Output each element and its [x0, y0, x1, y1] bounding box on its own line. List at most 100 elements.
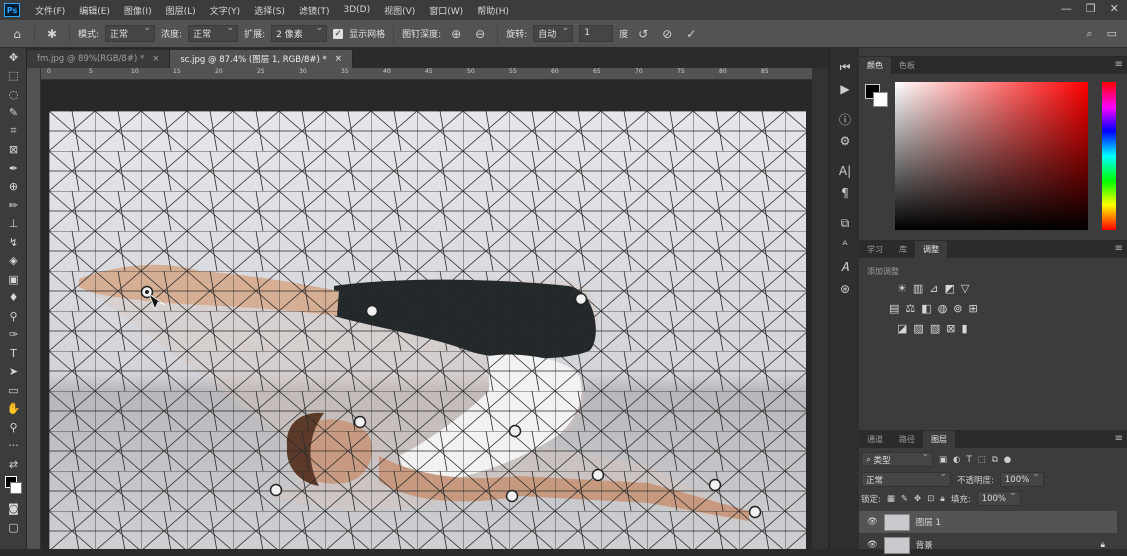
- panel-menu-icon[interactable]: ≡: [1115, 243, 1123, 254]
- warp-pin[interactable]: [353, 415, 367, 429]
- tab-sc-jpg[interactable]: sc.jpg @ 87.4% (图层 1, RGB/8#) * ×: [170, 50, 353, 68]
- lasso-tool-icon[interactable]: ◌: [0, 85, 27, 104]
- exposure-icon[interactable]: ◩: [945, 282, 955, 295]
- tab-libraries[interactable]: 库: [891, 241, 915, 258]
- dodge-tool-icon[interactable]: ⚲: [0, 307, 27, 326]
- info-icon[interactable]: ⓘ: [830, 108, 860, 130]
- commit-check-icon[interactable]: ✓: [682, 27, 700, 41]
- expand-select[interactable]: 2 像素: [271, 23, 328, 42]
- color-lookup-icon[interactable]: ⊞: [969, 302, 978, 315]
- quick-select-tool-icon[interactable]: ✎: [0, 104, 27, 123]
- history-brush-tool-icon[interactable]: ↯: [0, 233, 27, 252]
- glyphs-icon[interactable]: ⧉: [830, 212, 860, 234]
- warp-pin[interactable]: [591, 468, 605, 482]
- menu-filter[interactable]: 滤镜(T): [292, 4, 337, 17]
- puppet-warp-tool-icon[interactable]: ✱: [43, 27, 61, 41]
- layer-row[interactable]: 👁︎ 背景 🔒︎: [859, 534, 1117, 556]
- layer-filter-select[interactable]: ⌕ 类型: [861, 449, 933, 467]
- tab-swatches[interactable]: 色板: [891, 57, 923, 74]
- paragraph-styles-icon[interactable]: 𝐴: [830, 256, 860, 278]
- panel-menu-icon[interactable]: ≡: [1115, 433, 1123, 444]
- density-select[interactable]: 正常: [188, 23, 239, 42]
- filter-adjustment-icon[interactable]: ◐: [953, 455, 960, 465]
- quick-mask-icon[interactable]: ◙: [0, 500, 27, 519]
- brushes-icon[interactable]: ⊛: [830, 278, 860, 300]
- filter-toggle-icon[interactable]: ●: [1004, 455, 1011, 465]
- menu-file[interactable]: 文件(F): [28, 4, 72, 17]
- warp-pin[interactable]: [269, 483, 283, 497]
- search-icon[interactable]: ⌕: [1086, 27, 1092, 41]
- mode-select[interactable]: 正常: [105, 23, 156, 42]
- tab-paths[interactable]: 路径: [891, 431, 923, 448]
- photo-filter-icon[interactable]: ◍: [938, 302, 948, 315]
- tab-channels[interactable]: 通道: [859, 431, 891, 448]
- filter-pixel-icon[interactable]: ▣: [939, 455, 947, 465]
- menu-type[interactable]: 文字(Y): [203, 4, 248, 17]
- visibility-eye-icon[interactable]: 👁︎: [867, 517, 878, 527]
- lock-transparency-icon[interactable]: ▦: [887, 494, 895, 504]
- pin-forward-icon[interactable]: ⊕: [447, 27, 465, 41]
- crop-tool-icon[interactable]: ⌗: [0, 122, 27, 141]
- curves-icon[interactable]: ⊿: [929, 282, 938, 295]
- workspace-icon[interactable]: ▭: [1107, 27, 1117, 41]
- filter-type-icon[interactable]: T: [966, 455, 971, 465]
- hue-saturation-icon[interactable]: ▤: [889, 302, 899, 315]
- show-mesh-checkbox[interactable]: ✓: [333, 28, 344, 39]
- warp-pin[interactable]: [574, 292, 588, 306]
- black-white-icon[interactable]: ◧: [921, 302, 931, 315]
- vertical-scrollbar[interactable]: [812, 68, 828, 549]
- marquee-tool-icon[interactable]: ⬚: [0, 67, 27, 86]
- document-canvas[interactable]: [49, 111, 806, 549]
- home-icon[interactable]: ⌂: [8, 27, 26, 41]
- menu-window[interactable]: 窗口(W): [422, 4, 470, 17]
- frame-tool-icon[interactable]: ⊠: [0, 141, 27, 160]
- screen-mode-icon[interactable]: ▢: [0, 518, 27, 537]
- channel-mixer-icon[interactable]: ⊚: [953, 302, 962, 315]
- posterize-icon[interactable]: ▨: [913, 322, 923, 335]
- history-icon[interactable]: ⏮: [830, 56, 860, 78]
- eyedropper-tool-icon[interactable]: ✒: [0, 159, 27, 178]
- menu-3d[interactable]: 3D(D): [336, 5, 377, 15]
- hand-tool-icon[interactable]: ✋: [0, 400, 27, 419]
- opacity-input[interactable]: 100%: [999, 469, 1044, 487]
- gradient-tool-icon[interactable]: ▣: [0, 270, 27, 289]
- paragraph-icon[interactable]: ¶: [830, 182, 860, 204]
- tab-fm-jpg[interactable]: fm.jpg @ 89%(RGB/8#) * ×: [27, 50, 171, 68]
- fill-input[interactable]: 100%: [976, 488, 1021, 506]
- cancel-icon[interactable]: ⊘: [658, 27, 676, 41]
- warp-pin[interactable]: [508, 424, 522, 438]
- background-swatch[interactable]: [873, 92, 888, 107]
- blend-mode-select[interactable]: 正常: [861, 469, 951, 487]
- warp-pin[interactable]: [505, 489, 519, 503]
- close-tab-icon[interactable]: ×: [335, 54, 342, 64]
- rectangle-tool-icon[interactable]: ▭: [0, 381, 27, 400]
- lock-artboard-icon[interactable]: ⊡: [927, 494, 934, 504]
- invert-icon[interactable]: ◪: [897, 322, 907, 335]
- lock-position-icon[interactable]: ✥: [914, 494, 921, 504]
- lock-pixels-icon[interactable]: ✎: [901, 494, 908, 504]
- more-tools-icon[interactable]: ···: [0, 437, 27, 456]
- layer-row[interactable]: 👁︎ 图层 1: [859, 511, 1117, 533]
- character-icon[interactable]: A|: [830, 160, 860, 182]
- angle-input[interactable]: 1: [579, 25, 614, 42]
- type-tool-icon[interactable]: T: [0, 344, 27, 363]
- threshold-icon[interactable]: ▧: [930, 322, 940, 335]
- rotate-select[interactable]: 自动: [533, 23, 574, 42]
- hue-slider[interactable]: [1102, 82, 1116, 230]
- character-styles-icon[interactable]: ᴬ: [830, 234, 860, 256]
- warp-pin[interactable]: [748, 505, 762, 519]
- gradient-map-icon[interactable]: ▮: [961, 322, 967, 335]
- zoom-tool-icon[interactable]: ⚲: [0, 418, 27, 437]
- tab-layers[interactable]: 图层: [923, 431, 955, 448]
- tab-learn[interactable]: 学习: [859, 241, 891, 258]
- close-tab-icon[interactable]: ×: [152, 54, 159, 64]
- panel-menu-icon[interactable]: ≡: [1115, 59, 1123, 70]
- menu-select[interactable]: 选择(S): [247, 4, 292, 17]
- move-tool-icon[interactable]: ✥: [0, 48, 27, 67]
- background-color-swatch[interactable]: [10, 481, 22, 494]
- minimize-icon[interactable]: —: [1061, 2, 1072, 15]
- actions-play-icon[interactable]: ▶: [830, 78, 860, 100]
- brightness-icon[interactable]: ☀: [897, 282, 907, 295]
- filter-shape-icon[interactable]: ⬚: [978, 455, 986, 465]
- filter-smart-icon[interactable]: ⧉: [992, 455, 998, 465]
